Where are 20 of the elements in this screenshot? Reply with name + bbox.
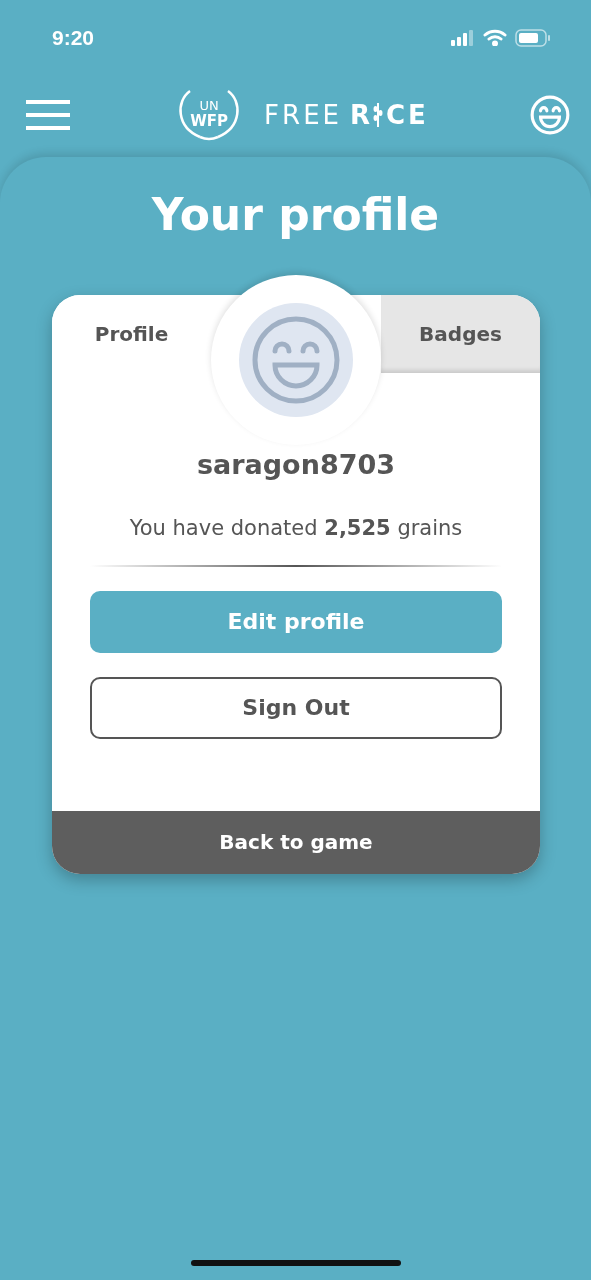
logo-word: FREE (264, 98, 342, 132)
signal-icon (451, 29, 475, 46)
tab[interactable]: Profile (52, 294, 211, 373)
page-title: Your profile (150, 188, 441, 242)
emblem-text: UN (198, 99, 220, 112)
sign-out-button[interactable]: Sign Out (90, 676, 502, 739)
rice-stalk-icon (373, 103, 384, 128)
wifi-icon (483, 29, 507, 46)
menu-icon[interactable] (26, 100, 70, 130)
username: saragon8703 (195, 447, 397, 482)
status-time: 9:20 (52, 24, 95, 51)
avatar-icon (239, 302, 353, 417)
tab[interactable]: Badges (381, 294, 540, 373)
back-to-game-button[interactable]: Back to game (52, 810, 540, 874)
battery-icon (515, 28, 551, 47)
profile-icon[interactable] (529, 94, 571, 136)
emblem-text: WFP (189, 114, 229, 129)
logo-letter: R (350, 98, 371, 132)
donation-summary: You have donated 2,525 grains (128, 515, 464, 543)
logo-word: CE (386, 98, 429, 132)
